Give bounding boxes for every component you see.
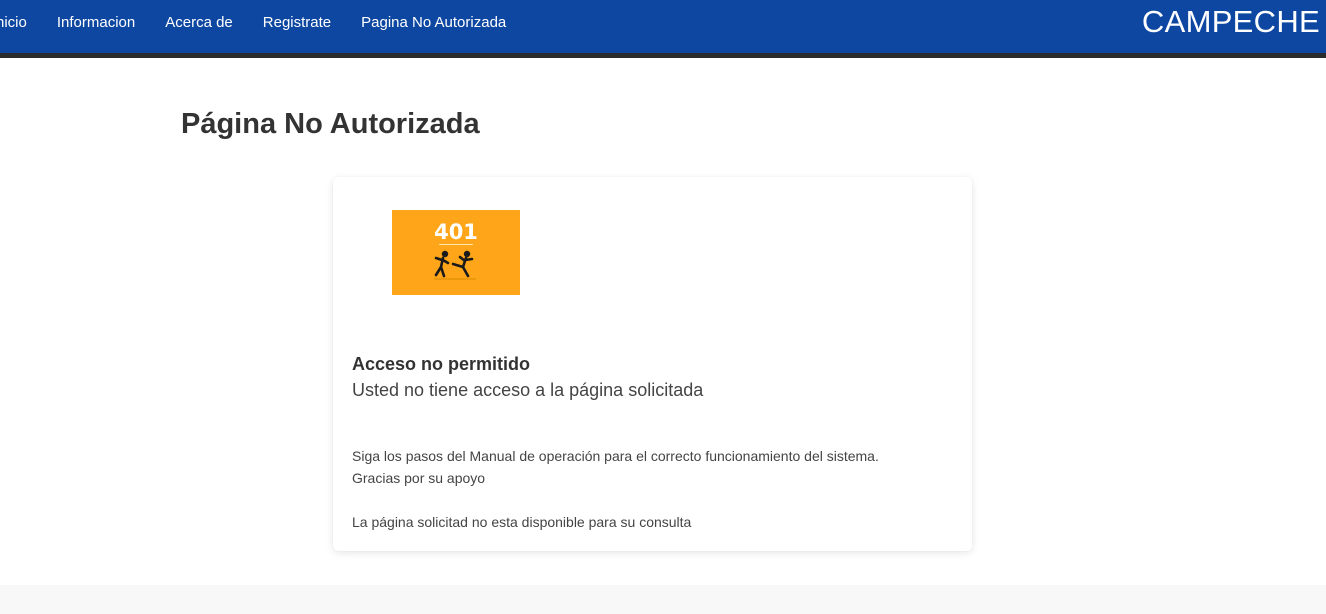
nav-item-pagina-no-autorizada[interactable]: Pagina No Autorizada bbox=[361, 14, 506, 31]
card-message-instructions: Siga los pasos del Manual de operación p… bbox=[352, 448, 879, 464]
top-navbar: nicio Informacion Acerca de Registrate P… bbox=[0, 0, 1326, 58]
error-code-label: 401 bbox=[434, 220, 478, 244]
nav-item-informacion[interactable]: Informacion bbox=[57, 14, 135, 31]
nav-item-inicio[interactable]: nicio bbox=[0, 14, 27, 31]
nav-item-registrate[interactable]: Registrate bbox=[263, 14, 331, 31]
page-title: Página No Autorizada bbox=[181, 108, 480, 140]
brand-title[interactable]: CAMPECHE bbox=[1142, 4, 1320, 40]
nav-menu: nicio Informacion Acerca de Registrate P… bbox=[0, 0, 536, 44]
card-subheading: Usted no tiene acceso a la página solici… bbox=[352, 380, 704, 400]
unauthorized-card: 401 Acceso no permitido Usted no tiene a… bbox=[333, 177, 972, 551]
nav-item-acerca-de[interactable]: Acerca de bbox=[165, 14, 233, 31]
error-code-underline bbox=[439, 244, 473, 245]
kicking-figures-icon bbox=[434, 250, 476, 280]
error-401-image: 401 bbox=[392, 210, 520, 295]
footer bbox=[0, 585, 1326, 614]
card-message-unavailable: La página solicitad no esta disponible p… bbox=[352, 514, 692, 530]
card-message-thanks: Gracias por su apoyo bbox=[352, 470, 486, 486]
card-heading: Acceso no permitido bbox=[352, 354, 531, 374]
